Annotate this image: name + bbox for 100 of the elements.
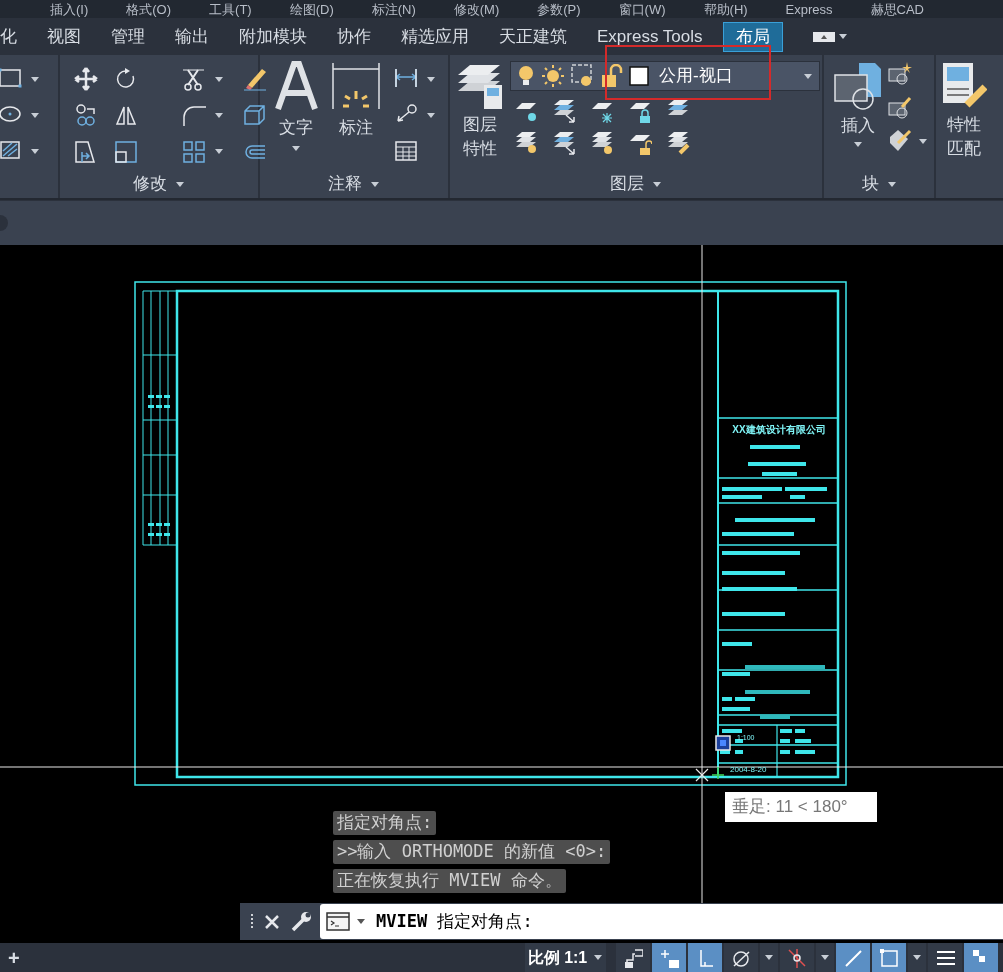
status-toggle-button[interactable]	[616, 943, 651, 972]
caret-icon[interactable]	[886, 180, 897, 188]
text-button[interactable]: 文字	[266, 61, 326, 170]
dimension-icon	[331, 61, 381, 111]
rect-icon[interactable]	[0, 67, 22, 91]
caret-icon[interactable]	[356, 918, 366, 925]
caret-icon[interactable]	[30, 75, 40, 83]
status-toggle-button[interactable]	[836, 943, 871, 972]
move-icon[interactable]	[74, 67, 98, 91]
layer-sun-icon[interactable]	[590, 131, 614, 155]
layer-properties-button[interactable]: 图层特性	[456, 61, 504, 170]
ribbon-tab[interactable]: 布局	[722, 21, 783, 52]
menu-item[interactable]: 工具(T)	[209, 2, 252, 16]
block-star-icon[interactable]	[888, 61, 912, 85]
ribbon-tab[interactable]: 输出	[165, 21, 219, 52]
status-toggle-button[interactable]	[688, 943, 723, 972]
menu-item[interactable]: 帮助(H)	[703, 2, 748, 16]
caret-icon[interactable]	[214, 75, 224, 83]
ribbon-tab[interactable]: 管理	[101, 21, 155, 52]
selection-box-icon	[879, 947, 900, 968]
ribbon-tab[interactable]: 附加模块	[229, 21, 317, 52]
ribbon-tab[interactable]: 化	[0, 21, 27, 52]
caret-icon[interactable]	[426, 111, 436, 119]
diagonal-line-icon	[843, 947, 864, 968]
status-toggle-button[interactable]	[652, 943, 687, 972]
grip-icon[interactable]	[715, 735, 731, 751]
menu-item[interactable]: 赫思CAD	[870, 2, 924, 16]
panel-title-button[interactable]: 图层	[610, 171, 662, 197]
panel-title-button[interactable]: 块	[861, 171, 897, 197]
caret-icon[interactable]	[918, 137, 928, 145]
caret-icon[interactable]	[764, 954, 775, 961]
ribbon-tab[interactable]: Express Tools	[587, 21, 713, 52]
command-prompt-icon[interactable]	[326, 911, 350, 932]
command-input-field[interactable]: MVIEW 指定对角点:	[320, 904, 1003, 939]
ribbon-tab[interactable]: 协作	[327, 21, 381, 52]
caret-icon[interactable]	[820, 954, 831, 961]
title-block-text: 2004-8-20	[730, 766, 767, 774]
menu-item[interactable]: 标注(N)	[371, 2, 416, 16]
layer-bulb-icon[interactable]	[514, 131, 538, 155]
wrench-icon[interactable]	[290, 910, 312, 933]
ribbon-tab[interactable]: 天正建筑	[489, 21, 577, 52]
menu-item[interactable]: 窗口(W)	[618, 2, 666, 16]
add-layout-button[interactable]: +	[8, 947, 20, 968]
panel-title-button[interactable]: 注释	[328, 171, 380, 197]
caret-icon[interactable]	[803, 72, 813, 80]
dimension-tooltip: 垂足: 11 < 180°	[725, 792, 877, 822]
panel-toggle-button[interactable]	[812, 31, 848, 42]
caret-icon[interactable]	[214, 111, 224, 119]
close-icon[interactable]	[264, 913, 280, 930]
viewport-sun-icon	[571, 64, 595, 88]
caret-icon[interactable]	[30, 147, 40, 155]
insert-block-icon	[833, 61, 883, 111]
caret-icon[interactable]	[30, 111, 40, 119]
ribbon-tab[interactable]: 视图	[37, 21, 91, 52]
caret-icon[interactable]	[912, 954, 923, 961]
tag-pencil-icon[interactable]	[888, 129, 912, 153]
ribbon-tab[interactable]: 精选应用	[391, 21, 479, 52]
eraser-icon[interactable]	[242, 67, 266, 91]
caret-icon[interactable]	[214, 148, 224, 156]
sun-icon	[541, 64, 565, 88]
fillet-icon[interactable]	[182, 103, 206, 128]
table-icon[interactable]	[394, 139, 418, 163]
status-toggle-button[interactable]	[928, 943, 963, 972]
title-block-text: XX建筑设计有限公司	[731, 425, 827, 435]
color-swatch-icon	[629, 66, 649, 86]
caret-icon[interactable]	[593, 954, 604, 961]
insert-button[interactable]: 插入	[830, 61, 886, 170]
block-pencil-icon[interactable]	[888, 95, 912, 119]
match-properties-button[interactable]: 特性匹配	[942, 61, 986, 170]
caret-icon[interactable]	[853, 140, 863, 148]
caret-icon[interactable]	[370, 180, 380, 188]
scale-dropdown[interactable]: 比例 1:1	[524, 943, 607, 972]
dimension-button[interactable]: 标注	[326, 61, 386, 170]
status-toggle-button[interactable]	[780, 943, 815, 972]
layer-dropdown[interactable]: 公用-视口	[510, 61, 820, 91]
scissors-icon[interactable]	[182, 67, 206, 91]
caret-icon[interactable]	[175, 180, 185, 188]
menu-item[interactable]: 插入(I)	[50, 2, 89, 16]
status-toggle-button[interactable]	[872, 943, 907, 972]
unlocked-padlock-icon	[601, 64, 623, 88]
caret-icon[interactable]	[652, 180, 662, 188]
status-toggle-button[interactable]	[724, 943, 759, 972]
menu-item[interactable]: 修改(M)	[453, 2, 500, 16]
caret-icon[interactable]	[291, 144, 301, 152]
layer-arrow-icon[interactable]	[552, 131, 576, 155]
menu-item[interactable]: 格式(O)	[126, 2, 172, 16]
status-toggle-button[interactable]	[964, 943, 999, 972]
menu-item[interactable]: Express	[785, 2, 833, 16]
caret-icon[interactable]	[837, 33, 848, 40]
array-icon[interactable]	[182, 139, 206, 164]
menu-item[interactable]: 绘图(D)	[289, 2, 334, 16]
copy-icon[interactable]	[74, 103, 98, 128]
panel-title-button[interactable]: 修改	[133, 171, 185, 197]
light-bulb-icon	[517, 64, 535, 88]
menu-item[interactable]: 参数(P)	[537, 2, 581, 16]
cube-icon[interactable]	[242, 103, 266, 128]
eject-icon	[812, 31, 835, 42]
caret-icon[interactable]	[426, 75, 436, 83]
layer-arrow-icon[interactable]	[552, 99, 576, 123]
layer-brush-icon[interactable]	[666, 131, 690, 155]
